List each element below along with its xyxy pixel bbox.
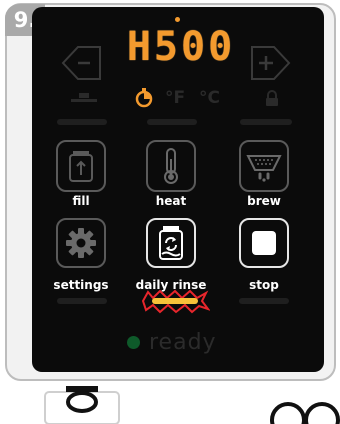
knobs-illustration — [270, 402, 340, 424]
display-digit: 5 — [153, 24, 179, 70]
settings-button[interactable] — [56, 218, 106, 268]
timer-icon — [135, 88, 153, 108]
status-indicator-row: °F °C — [60, 88, 305, 110]
thermometer-icon — [164, 148, 178, 184]
display-digit: 0 — [208, 24, 234, 70]
decrease-button[interactable] — [60, 44, 104, 86]
indicator-bar — [240, 119, 292, 125]
increase-button[interactable] — [248, 44, 292, 86]
ready-label: ready — [149, 330, 217, 355]
display-digit: 0 — [181, 24, 207, 70]
ready-status: ready — [127, 330, 217, 355]
warmer-plate-icon — [71, 93, 97, 102]
lock-icon — [266, 90, 278, 106]
stop-square-icon — [252, 231, 276, 255]
fill-button[interactable] — [56, 140, 106, 192]
celsius-indicator: °C — [199, 88, 220, 108]
gear-icon — [66, 228, 96, 258]
brew-basket-icon — [246, 155, 282, 182]
rinse-cycle-icon — [159, 226, 183, 260]
indicator-bar — [57, 298, 107, 304]
indicator-bar — [147, 119, 197, 125]
brew-label: brew — [247, 194, 281, 208]
chevron-left-icon — [61, 46, 101, 80]
brew-button[interactable] — [239, 140, 289, 192]
heat-button[interactable] — [146, 140, 196, 192]
heat-label: heat — [155, 194, 187, 208]
display-digit: H — [126, 24, 152, 70]
indicator-bar — [239, 298, 289, 304]
rinse-indicator-highlight — [141, 289, 210, 314]
fill-label: fill — [72, 194, 90, 208]
daily-rinse-button[interactable] — [146, 218, 196, 268]
settings-label: settings — [53, 278, 109, 292]
grinder-illustration — [44, 386, 120, 424]
fahrenheit-indicator: °F — [165, 88, 186, 108]
indicator-bar — [57, 119, 107, 125]
fill-tank-icon — [69, 151, 93, 182]
stop-button[interactable] — [239, 218, 289, 268]
ready-led — [127, 336, 140, 349]
chevron-right-icon — [251, 46, 291, 80]
stop-label: stop — [249, 278, 279, 292]
temperature-display: H 5 0 0 — [117, 22, 243, 72]
